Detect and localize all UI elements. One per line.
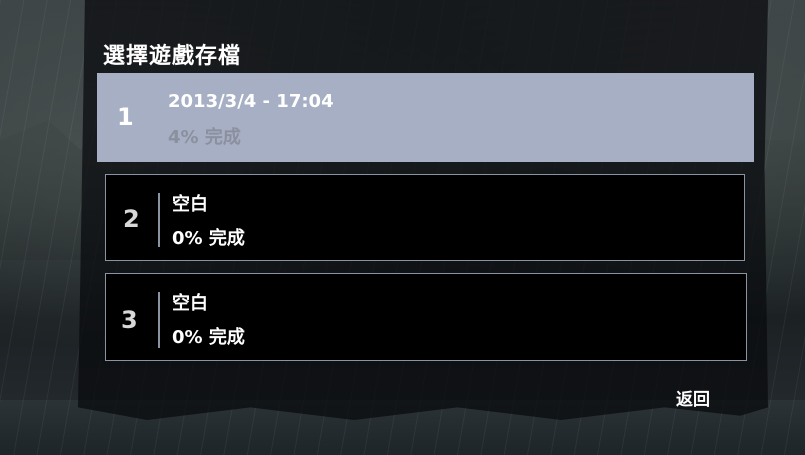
slot-number: 2 (123, 205, 140, 233)
menu-title: 選擇遊戲存檔 (103, 44, 242, 69)
slot-divider (158, 193, 160, 247)
slot-progress: 0% 完成 (172, 228, 245, 249)
save-slot-3[interactable]: 3 空白 0% 完成 (105, 273, 747, 361)
slot-progress: 4% 完成 (168, 127, 241, 148)
slot-progress: 0% 完成 (172, 327, 245, 348)
save-slot-2[interactable]: 2 空白 0% 完成 (105, 174, 745, 261)
slot-divider (158, 292, 160, 348)
slot-title: 空白 (172, 194, 208, 215)
slot-title: 2013/3/4 - 17:04 (168, 91, 334, 112)
back-button[interactable]: 返回 (676, 385, 710, 410)
slot-number: 3 (121, 306, 138, 334)
slot-title: 空白 (172, 293, 208, 314)
slot-number: 1 (117, 103, 134, 131)
save-slot-1[interactable]: 1 2013/3/4 - 17:04 4% 完成 (97, 73, 754, 162)
